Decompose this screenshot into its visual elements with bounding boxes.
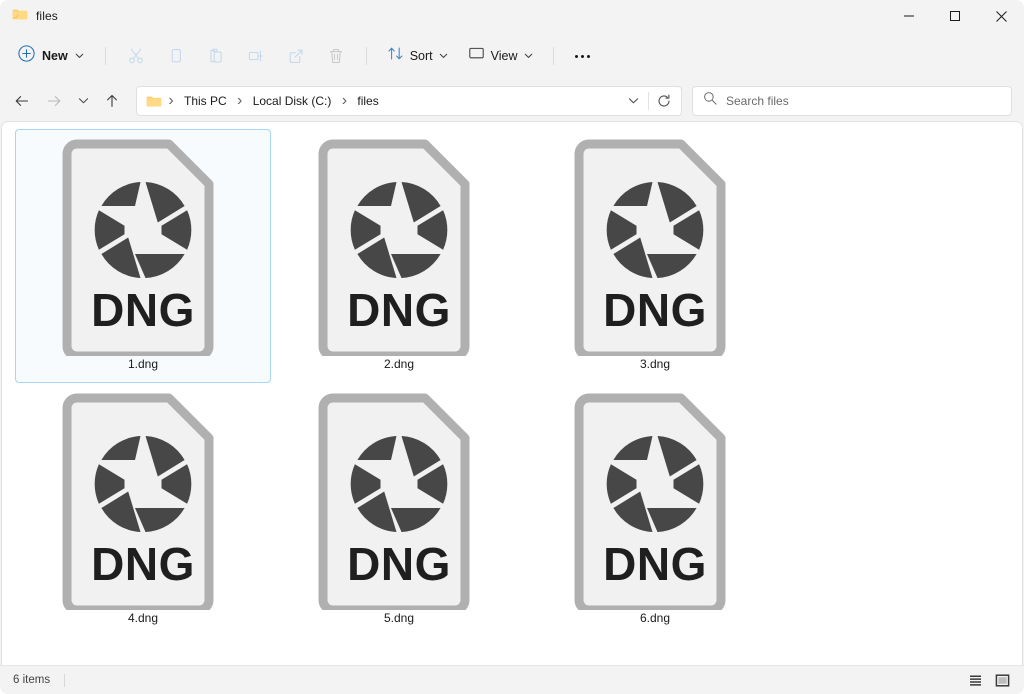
sort-button-label: Sort [409, 49, 433, 63]
breadcrumb-controls [618, 88, 679, 114]
breadcrumb-separator-icon: › [237, 91, 243, 109]
new-button-label: New [42, 49, 68, 63]
view-toggles [963, 669, 1014, 691]
maximize-button[interactable] [932, 0, 978, 32]
ellipsis-icon [575, 54, 579, 58]
item-count-label: 6 items [13, 674, 51, 686]
ellipsis-icon [581, 54, 585, 58]
breadcrumb-list: › This PC › Local Disk (C:) › files [164, 91, 618, 111]
dng-file-icon: DNG [569, 388, 741, 610]
folder-icon [12, 6, 28, 27]
view-button[interactable]: View [459, 40, 542, 72]
dng-file-icon: DNG [57, 388, 229, 610]
recent-locations-button[interactable] [70, 86, 96, 116]
address-bar-row: › This PC › Local Disk (C:) › files Sear… [0, 80, 1024, 121]
back-button[interactable] [6, 86, 38, 116]
breadcrumb-separator-icon: › [168, 91, 174, 109]
details-view-button[interactable] [963, 669, 987, 691]
dng-file-icon: DNG [57, 134, 229, 356]
refresh-button[interactable] [649, 88, 679, 114]
file-name-label: 5.dng [383, 611, 415, 625]
view-monitor-icon [468, 45, 485, 67]
file-name-label: 3.dng [639, 357, 671, 371]
see-more-button[interactable] [565, 40, 601, 72]
breadcrumb-item-this-pc[interactable]: This PC [178, 91, 233, 111]
file-name-label: 2.dng [383, 357, 415, 371]
svg-text:DNG: DNG [603, 284, 707, 336]
file-list-area[interactable]: DNG 1.dng DNG 2.dng DNG 3.dng DNG 4.dng … [1, 121, 1023, 665]
file-explorer-window: files New Sort View › This PC › Local Di… [0, 0, 1024, 694]
breadcrumb-item-local-disk[interactable]: Local Disk (C:) [247, 91, 338, 111]
file-item[interactable]: DNG 1.dng [15, 129, 271, 383]
file-item[interactable]: DNG 2.dng [271, 129, 527, 383]
file-name-label: 4.dng [127, 611, 159, 625]
delete-button[interactable] [317, 40, 355, 72]
minimize-button[interactable] [886, 0, 932, 32]
svg-text:DNG: DNG [91, 284, 195, 336]
cut-button[interactable] [117, 40, 155, 72]
chevron-down-icon [439, 47, 448, 65]
file-item[interactable]: DNG 4.dng [15, 383, 271, 637]
search-placeholder: Search files [726, 93, 789, 108]
forward-button[interactable] [38, 86, 70, 116]
rename-button[interactable] [237, 40, 275, 72]
folder-icon [146, 93, 162, 109]
svg-text:DNG: DNG [347, 538, 451, 590]
plus-circle-icon [18, 45, 35, 67]
window-title: files [36, 9, 58, 23]
dng-file-icon: DNG [569, 134, 741, 356]
chevron-down-icon [524, 47, 533, 65]
file-name-label: 6.dng [639, 611, 671, 625]
svg-text:DNG: DNG [347, 284, 451, 336]
copy-button[interactable] [157, 40, 195, 72]
breadcrumb-separator-icon: › [341, 91, 348, 109]
close-button[interactable] [978, 0, 1024, 32]
status-separator [64, 673, 66, 687]
toolbar-separator [552, 47, 554, 65]
chevron-down-icon [75, 47, 84, 65]
file-item[interactable]: DNG 5.dng [271, 383, 527, 637]
dng-file-icon: DNG [313, 134, 485, 356]
toolbar-separator [365, 47, 367, 65]
toolbar-separator [104, 47, 106, 65]
title-bar-left: files [0, 0, 58, 32]
file-item[interactable]: DNG 6.dng [527, 383, 783, 637]
sort-button[interactable]: Sort [378, 40, 457, 72]
breadcrumb-dropdown-button[interactable] [618, 88, 648, 114]
view-button-label: View [490, 49, 518, 63]
dng-file-icon: DNG [313, 388, 485, 610]
svg-text:DNG: DNG [91, 538, 195, 590]
window-controls [886, 0, 1024, 32]
sort-arrows-icon [387, 45, 404, 67]
status-bar: 6 items [0, 665, 1024, 694]
share-button[interactable] [277, 40, 315, 72]
file-grid: DNG 1.dng DNG 2.dng DNG 3.dng DNG 4.dng … [2, 122, 1022, 637]
search-icon [703, 91, 717, 110]
breadcrumb[interactable]: › This PC › Local Disk (C:) › files [136, 85, 682, 116]
file-name-label: 1.dng [127, 357, 159, 371]
up-button[interactable] [96, 86, 128, 116]
new-button[interactable]: New [10, 40, 94, 72]
svg-text:DNG: DNG [603, 538, 707, 590]
ellipsis-icon [587, 54, 591, 58]
title-bar: files [0, 0, 1024, 32]
large-icons-view-button[interactable] [990, 669, 1014, 691]
paste-button[interactable] [197, 40, 235, 72]
breadcrumb-item-files[interactable]: files [351, 91, 384, 111]
file-item[interactable]: DNG 3.dng [527, 129, 783, 383]
command-bar: New Sort View [0, 32, 1024, 80]
search-input[interactable]: Search files [692, 85, 1012, 116]
